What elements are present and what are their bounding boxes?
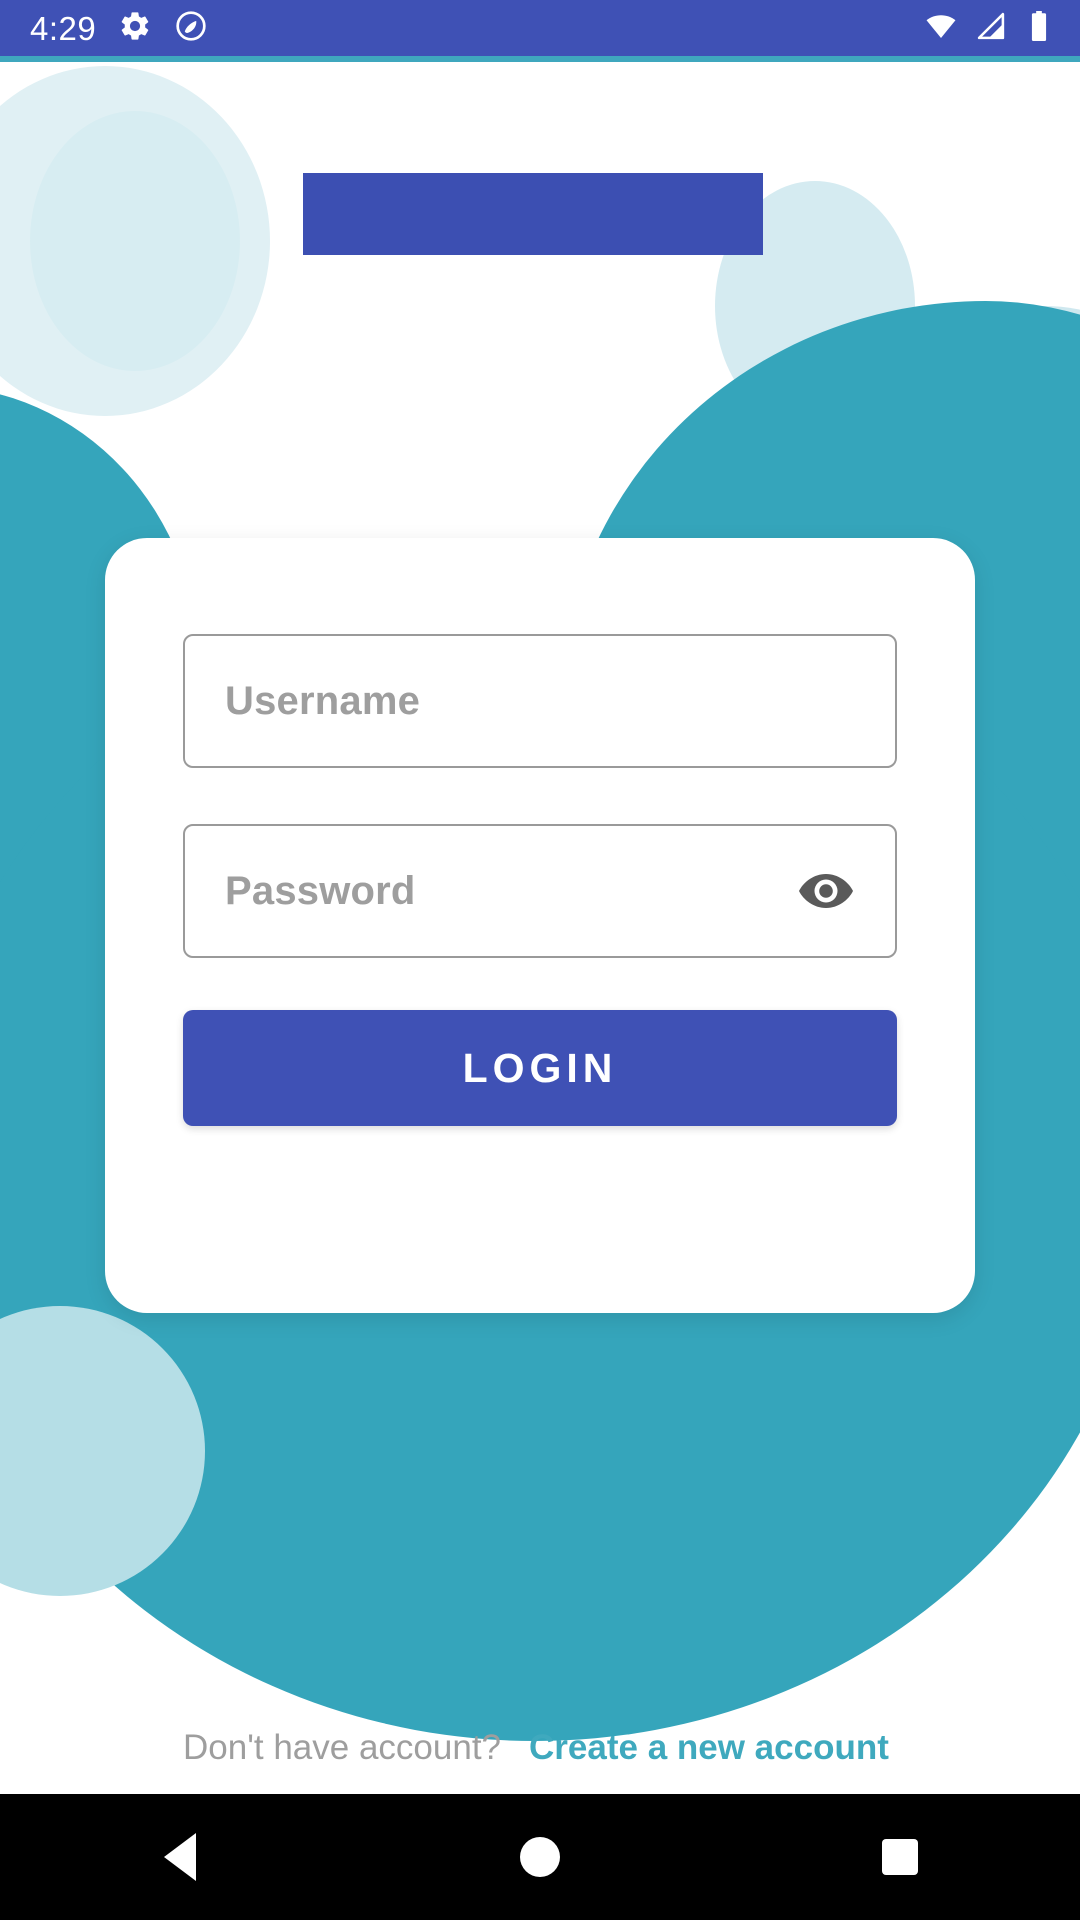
signup-row: Don't have account? Create a new account <box>183 1728 897 1768</box>
signup-prompt-label: Don't have account? <box>183 1728 502 1767</box>
status-bar-right-group <box>924 9 1054 48</box>
nav-home-button[interactable] <box>480 1794 600 1920</box>
status-bar-underline <box>0 56 1080 62</box>
create-account-link[interactable]: Create a new account <box>529 1728 889 1768</box>
status-bar-clock: 4:29 <box>30 9 97 47</box>
back-triangle-icon <box>164 1833 196 1881</box>
battery-icon <box>1024 9 1054 48</box>
app-logo-placeholder <box>303 173 763 255</box>
cellular-signal-icon <box>974 9 1008 48</box>
password-input[interactable]: Password <box>183 824 897 958</box>
nav-back-button[interactable] <box>120 1794 240 1920</box>
decorative-circle-pale-2 <box>30 111 240 371</box>
dnd-circle-slash-icon <box>174 9 208 48</box>
home-circle-icon <box>520 1837 560 1877</box>
recents-square-icon <box>882 1839 918 1875</box>
login-screen: 4:29 Username Password LOGIN Don't have … <box>0 0 1080 1920</box>
eye-icon[interactable] <box>795 867 857 915</box>
gear-icon <box>118 9 152 48</box>
username-input[interactable]: Username <box>183 634 897 768</box>
nav-recents-button[interactable] <box>840 1794 960 1920</box>
login-card: Username Password LOGIN Don't have accou… <box>105 538 975 1767</box>
status-bar-left-group: 4:29 <box>30 9 208 48</box>
android-navigation-bar <box>0 1794 1080 1920</box>
login-button[interactable]: LOGIN <box>183 1010 897 1126</box>
password-placeholder: Password <box>225 868 416 913</box>
username-placeholder: Username <box>225 678 421 723</box>
status-bar: 4:29 <box>0 0 1080 56</box>
wifi-icon <box>924 9 958 48</box>
